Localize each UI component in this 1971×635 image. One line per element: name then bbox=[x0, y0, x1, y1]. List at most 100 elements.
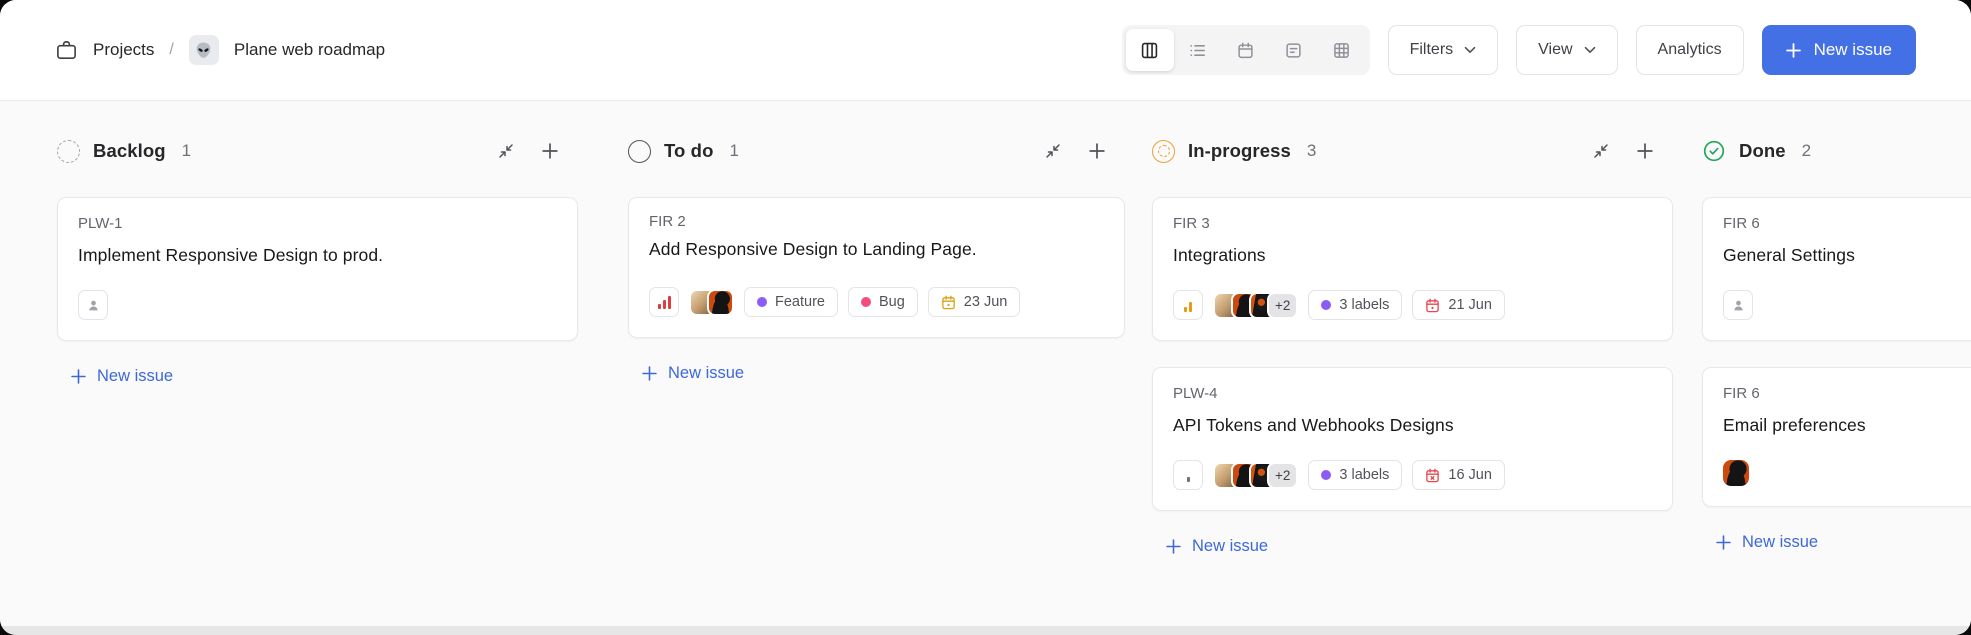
issue-card[interactable]: PLW-4 API Tokens and Webhooks Designs +2 bbox=[1152, 367, 1673, 511]
add-issue-column-button[interactable] bbox=[542, 143, 558, 159]
column-name: Backlog bbox=[93, 140, 166, 162]
add-issue-column-button[interactable] bbox=[1637, 143, 1653, 159]
project-name[interactable]: Plane web roadmap bbox=[234, 40, 385, 60]
issue-card[interactable]: FIR 6 Email preferences bbox=[1702, 367, 1971, 507]
filters-label: Filters bbox=[1410, 41, 1454, 59]
board-column-todo: To do 1 FIR 2 Add Responsive Design to L… bbox=[628, 135, 1125, 626]
extra-assignees-badge: +2 bbox=[1267, 462, 1298, 489]
avatar bbox=[1723, 460, 1749, 486]
new-issue-button[interactable]: New issue bbox=[1762, 25, 1916, 75]
chevron-down-icon bbox=[1464, 46, 1476, 54]
kanban-board: Backlog 1 PLW-1 Implement Responsive Des… bbox=[0, 100, 1971, 626]
column-actions bbox=[497, 142, 558, 160]
issue-id: FIR 3 bbox=[1173, 215, 1652, 232]
column-new-issue-link[interactable]: New issue bbox=[1716, 533, 1818, 552]
column-header: Done 2 bbox=[1702, 135, 1971, 167]
column-new-issue-link[interactable]: New issue bbox=[642, 364, 744, 383]
priority-medium-icon bbox=[1184, 298, 1192, 312]
issue-id: FIR 6 bbox=[1723, 215, 1971, 232]
assignee-placeholder-button[interactable] bbox=[78, 290, 108, 320]
issue-title: API Tokens and Webhooks Designs bbox=[1173, 415, 1652, 436]
add-issue-column-button[interactable] bbox=[1089, 143, 1105, 159]
due-date-badge[interactable]: 16 Jun bbox=[1412, 460, 1505, 490]
breadcrumb-projects[interactable]: Projects bbox=[93, 40, 154, 60]
label-badge[interactable]: Feature bbox=[744, 287, 838, 317]
column-new-issue-link[interactable]: New issue bbox=[1166, 537, 1268, 556]
column-new-issue-link[interactable]: New issue bbox=[71, 367, 173, 386]
collapse-column-button[interactable] bbox=[497, 142, 515, 160]
filters-button[interactable]: Filters bbox=[1388, 25, 1499, 75]
label-dot bbox=[1321, 470, 1331, 480]
grid-icon bbox=[1333, 42, 1350, 59]
new-issue-link-label: New issue bbox=[97, 367, 173, 386]
column-count: 3 bbox=[1307, 141, 1316, 161]
column-header: In-progress 3 bbox=[1152, 135, 1673, 167]
column-actions bbox=[1592, 142, 1653, 160]
label-text: 3 labels bbox=[1339, 467, 1389, 483]
issue-properties bbox=[78, 290, 557, 320]
column-header: Backlog 1 bbox=[57, 135, 578, 167]
view-label: View bbox=[1538, 41, 1572, 59]
issue-card[interactable]: FIR 3 Integrations +2 3 labels bbox=[1152, 197, 1673, 341]
due-date-text: 21 Jun bbox=[1448, 297, 1492, 313]
collapse-column-button[interactable] bbox=[1592, 142, 1610, 160]
label-badge[interactable]: 3 labels bbox=[1308, 290, 1402, 320]
kanban-icon bbox=[1141, 42, 1158, 59]
label-text: 3 labels bbox=[1339, 297, 1389, 313]
issue-card[interactable]: FIR 2 Add Responsive Design to Landing P… bbox=[628, 197, 1125, 338]
analytics-button[interactable]: Analytics bbox=[1636, 25, 1744, 75]
column-name: In-progress bbox=[1188, 140, 1291, 162]
calendar-view-icon bbox=[1237, 42, 1254, 59]
board-column-done: Done 2 FIR 6 General Settings FIR 6 Emai… bbox=[1702, 135, 1971, 626]
layout-calendar-button[interactable] bbox=[1222, 29, 1270, 71]
calendar-icon bbox=[1425, 468, 1440, 483]
label-badge[interactable]: Bug bbox=[848, 287, 918, 317]
due-date-badge[interactable]: 21 Jun bbox=[1412, 290, 1505, 320]
assignee-avatars[interactable] bbox=[689, 289, 734, 316]
person-icon bbox=[1731, 298, 1746, 313]
issue-properties bbox=[1723, 460, 1971, 486]
issue-card[interactable]: FIR 6 General Settings bbox=[1702, 197, 1971, 341]
due-date-badge[interactable]: 23 Jun bbox=[928, 287, 1021, 317]
issue-title: Add Responsive Design to Landing Page. bbox=[649, 239, 1104, 260]
assignee-avatars[interactable]: +2 bbox=[1213, 462, 1298, 489]
column-count: 1 bbox=[729, 141, 738, 161]
label-badge[interactable]: 3 labels bbox=[1308, 460, 1402, 490]
new-issue-link-label: New issue bbox=[1192, 537, 1268, 556]
priority-button[interactable] bbox=[649, 287, 679, 317]
status-backlog-icon bbox=[57, 140, 80, 163]
layout-grid-button[interactable] bbox=[1318, 29, 1366, 71]
breadcrumb-separator: / bbox=[169, 41, 173, 59]
alien-icon bbox=[194, 41, 213, 60]
status-in-progress-icon bbox=[1152, 140, 1175, 163]
layout-spreadsheet-button[interactable] bbox=[1270, 29, 1318, 71]
issue-card[interactable]: PLW-1 Implement Responsive Design to pro… bbox=[57, 197, 578, 341]
layout-list-button[interactable] bbox=[1174, 29, 1222, 71]
new-issue-link-label: New issue bbox=[668, 364, 744, 383]
issue-properties bbox=[1723, 290, 1971, 320]
calendar-icon bbox=[1425, 298, 1440, 313]
column-header: To do 1 bbox=[628, 135, 1125, 167]
issue-id: PLW-1 bbox=[78, 215, 557, 232]
priority-high-icon bbox=[658, 295, 671, 309]
view-button[interactable]: View bbox=[1516, 25, 1617, 75]
plus-icon bbox=[1786, 43, 1801, 58]
collapse-column-button[interactable] bbox=[1044, 142, 1062, 160]
calendar-icon bbox=[941, 295, 956, 310]
analytics-label: Analytics bbox=[1658, 41, 1722, 59]
issue-id: PLW-4 bbox=[1173, 385, 1652, 402]
column-actions bbox=[1044, 142, 1105, 160]
status-todo-icon bbox=[628, 140, 651, 163]
assignee-avatars[interactable]: +2 bbox=[1213, 292, 1298, 319]
layout-kanban-button[interactable] bbox=[1126, 29, 1174, 71]
spreadsheet-icon bbox=[1285, 42, 1302, 59]
new-issue-label: New issue bbox=[1814, 40, 1892, 60]
priority-button[interactable] bbox=[1173, 290, 1203, 320]
assignee-avatars[interactable] bbox=[1723, 460, 1749, 486]
priority-button[interactable] bbox=[1173, 460, 1203, 490]
plus-icon bbox=[1166, 539, 1181, 554]
chevron-down-icon bbox=[1584, 46, 1596, 54]
layout-switcher bbox=[1122, 25, 1370, 75]
assignee-placeholder-button[interactable] bbox=[1723, 290, 1753, 320]
label-text: Feature bbox=[775, 294, 825, 310]
